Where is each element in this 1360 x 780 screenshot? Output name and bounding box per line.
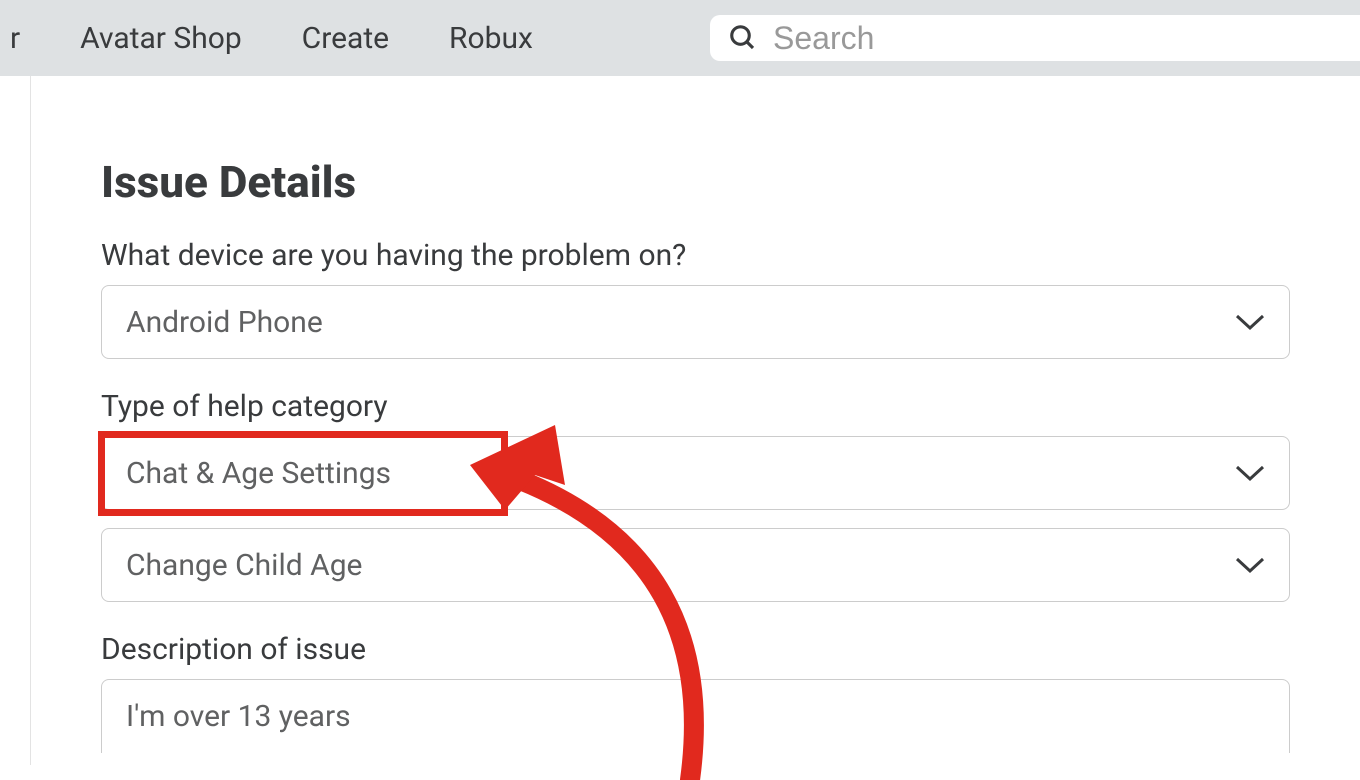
nav-robux[interactable]: Robux bbox=[449, 21, 533, 56]
description-label: Description of issue bbox=[101, 632, 1290, 667]
category-dropdown[interactable]: Chat & Age Settings bbox=[101, 436, 1290, 510]
nav-create[interactable]: Create bbox=[302, 21, 389, 56]
chevron-down-icon bbox=[1235, 556, 1265, 574]
description-field[interactable]: I'm over 13 years bbox=[101, 679, 1290, 753]
category-label: Type of help category bbox=[101, 389, 1290, 424]
top-navigation: r Avatar Shop Create Robux bbox=[0, 0, 1360, 76]
category-value: Chat & Age Settings bbox=[126, 456, 391, 491]
search-icon bbox=[728, 23, 758, 53]
description-value: I'm over 13 years bbox=[126, 699, 351, 734]
search-input[interactable] bbox=[773, 20, 1360, 57]
chevron-down-icon bbox=[1235, 464, 1265, 482]
search-container[interactable] bbox=[710, 15, 1360, 61]
device-label: What device are you having the problem o… bbox=[101, 238, 1290, 273]
device-dropdown[interactable]: Android Phone bbox=[101, 285, 1290, 359]
device-value: Android Phone bbox=[126, 305, 323, 340]
nav-item-partial[interactable]: r bbox=[10, 21, 20, 56]
section-title: Issue Details bbox=[101, 156, 1290, 208]
subcategory-value: Change Child Age bbox=[126, 548, 362, 583]
nav-avatar-shop[interactable]: Avatar Shop bbox=[80, 21, 242, 56]
chevron-down-icon bbox=[1235, 313, 1265, 331]
subcategory-dropdown[interactable]: Change Child Age bbox=[101, 528, 1290, 602]
form-content: Issue Details What device are you having… bbox=[30, 76, 1360, 765]
